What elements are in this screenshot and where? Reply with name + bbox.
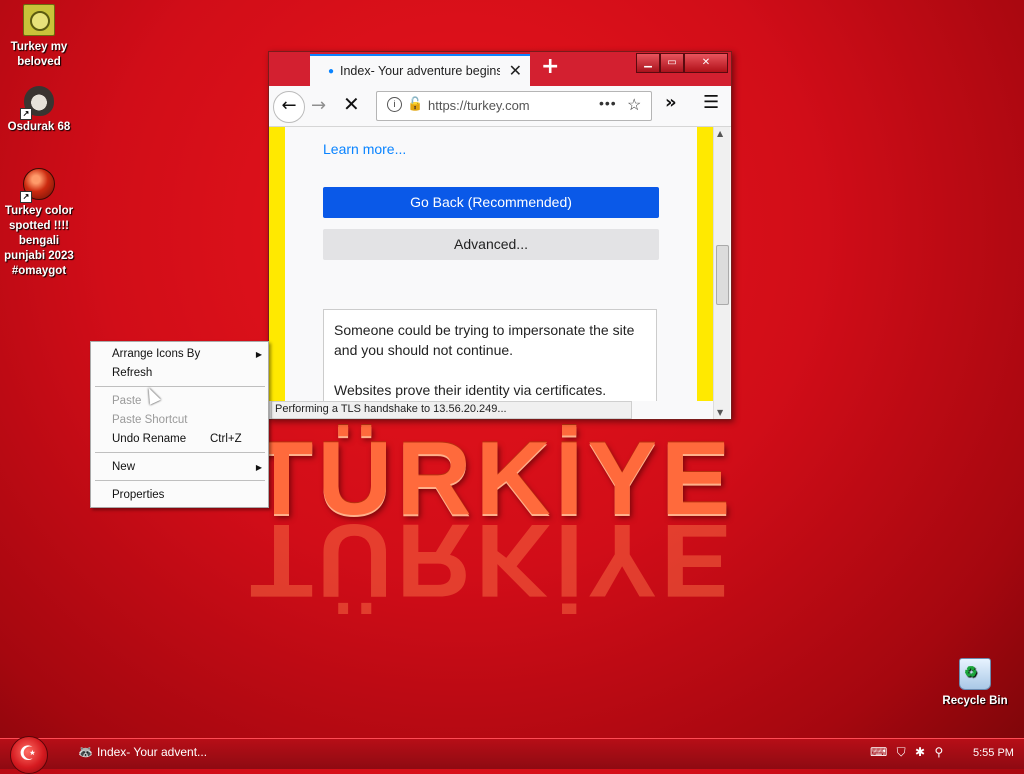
keyboard-icon[interactable]: ⌨ <box>870 745 887 759</box>
warning-stripe-right <box>697 127 713 401</box>
browser-titlebar[interactable]: ● Index- Your adventure begins h ✕ + ▁ ▭… <box>269 52 731 86</box>
ball-icon: ↗ <box>20 168 55 203</box>
scroll-down-icon[interactable]: ▼ <box>717 408 723 417</box>
tab-close-icon[interactable]: ✕ <box>509 61 522 81</box>
scroll-up-icon[interactable]: ▲ <box>717 129 723 138</box>
desktop-icon-label: Recycle Bin <box>942 695 1008 707</box>
desktop-icon-turkey-color[interactable]: ↗ Turkey color spotted !!!! bengali punj… <box>0 168 78 279</box>
tab-title: Index- Your adventure begins h <box>340 64 500 78</box>
go-back-button[interactable]: Go Back (Recommended) <box>323 187 659 218</box>
desktop-context-menu: Arrange Icons By ▶ Refresh Paste Paste S… <box>90 341 269 508</box>
taskbar-item-browser[interactable]: 🦝 Index- Your advent... <box>78 745 207 759</box>
submenu-arrow-icon: ▶ <box>255 463 262 472</box>
menu-item-refresh[interactable]: Refresh <box>91 364 268 383</box>
shield-icon[interactable]: ⛉ <box>897 745 906 759</box>
menu-separator <box>95 452 265 453</box>
info-icon[interactable]: i <box>387 97 402 112</box>
desktop-icon-osdurak[interactable]: ↗ Osdurak 68 <box>0 86 78 135</box>
taskbar: 🦝Index- Your advent... ⌨ ⛉ ✱ ⚲ 5:55 PM <box>0 736 1024 774</box>
network-icon[interactable]: ✱ <box>915 745 925 759</box>
recycle-bin-icon <box>959 658 991 690</box>
desktop-icon-label: Turkey color spotted !!!! bengali punjab… <box>4 205 74 277</box>
loading-dot-icon: ● <box>328 66 335 77</box>
raccoon-icon: ↗ <box>20 86 54 120</box>
url-text[interactable]: https://turkey.com <box>428 98 530 113</box>
browser-navbar: ← → ✕ i 🔓 https://turkey.com ••• ☆ » ☰ <box>269 86 731 127</box>
menu-separator <box>95 386 265 387</box>
menu-item-undo-rename[interactable]: Undo Rename Ctrl+Z <box>91 430 268 449</box>
stop-button[interactable]: ✕ <box>343 92 360 116</box>
scroll-thumb[interactable] <box>716 245 729 305</box>
advanced-button[interactable]: Advanced... <box>323 229 659 260</box>
bookmark-star-icon[interactable]: ☆ <box>627 95 641 115</box>
page-actions-icon[interactable]: ••• <box>599 95 617 111</box>
lock-icon[interactable]: 🔓 <box>407 96 423 112</box>
maximize-button[interactable]: ▭ <box>660 53 684 73</box>
warning-box: Someone could be trying to impersonate t… <box>323 309 657 401</box>
desktop-icon-label: Osdurak 68 <box>7 121 71 133</box>
system-tray: ⌨ ⛉ ✱ ⚲ <box>870 745 949 760</box>
warning-text-1: Someone could be trying to impersonate t… <box>334 322 635 358</box>
warning-text-2: Websites prove their identity via certif… <box>334 382 607 398</box>
overflow-chevron-icon[interactable]: » <box>665 92 677 113</box>
menu-separator <box>95 480 265 481</box>
browser-tab[interactable]: ● Index- Your adventure begins h ✕ <box>310 54 530 86</box>
start-button[interactable] <box>10 736 48 774</box>
menu-item-new[interactable]: New ▶ <box>91 458 268 477</box>
learn-more-link[interactable]: Learn more... <box>323 141 406 157</box>
close-window-button[interactable]: ✕ <box>684 53 728 73</box>
taskbar-clock[interactable]: 5:55 PM <box>973 747 1014 759</box>
raccoon-icon: 🦝 <box>78 745 93 759</box>
minimize-button[interactable]: ▁ <box>636 53 660 73</box>
desktop-icon-turkey-my-beloved[interactable]: Turkey my beloved <box>0 4 78 70</box>
browser-window: ● Index- Your adventure begins h ✕ + ▁ ▭… <box>268 51 732 420</box>
search-icon[interactable]: ⚲ <box>934 745 943 759</box>
desktop-icon-label: Turkey my beloved <box>10 41 68 68</box>
submenu-arrow-icon: ▶ <box>255 350 262 359</box>
vertical-scrollbar[interactable]: ▲ ▼ <box>713 127 730 419</box>
menu-item-paste-shortcut: Paste Shortcut <box>112 414 188 426</box>
back-button[interactable]: ← <box>273 91 305 123</box>
url-bar[interactable]: i 🔓 https://turkey.com ••• ☆ <box>376 91 652 121</box>
hamburger-menu-icon[interactable]: ☰ <box>703 92 719 113</box>
menu-item-arrange-icons[interactable]: Arrange Icons By ▶ <box>91 345 268 364</box>
document-icon <box>23 4 55 36</box>
forward-button[interactable]: → <box>311 95 326 116</box>
menu-shortcut: Ctrl+Z <box>210 433 242 445</box>
new-tab-button[interactable]: + <box>541 54 559 79</box>
warning-stripe-left <box>269 127 285 401</box>
desktop-icon-recycle-bin[interactable]: Recycle Bin <box>936 658 1014 709</box>
menu-item-paste: Paste <box>112 395 142 407</box>
status-bar: Performing a TLS handshake to 13.56.20.2… <box>271 401 632 419</box>
wallpaper-reflection: TÜRKİYE <box>249 502 735 618</box>
page-content: Learn more... Go Back (Recommended) Adva… <box>269 127 713 401</box>
menu-item-properties[interactable]: Properties <box>91 486 268 505</box>
